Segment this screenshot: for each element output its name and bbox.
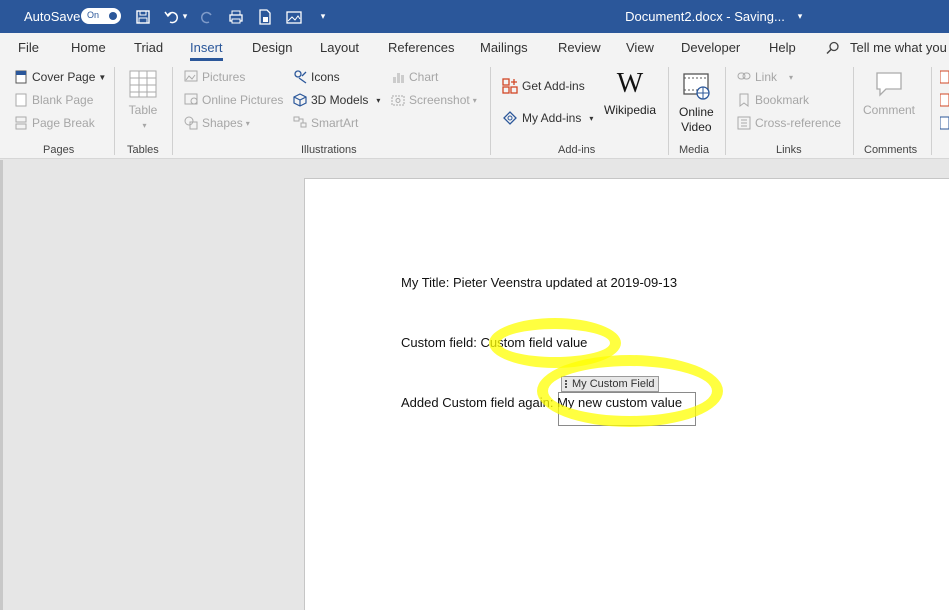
tell-me-label: Tell me what you [850, 40, 947, 55]
store-icon [502, 78, 518, 94]
tell-me-search[interactable]: Tell me what you [826, 40, 947, 55]
toggle-knob [109, 12, 117, 20]
save-icon[interactable] [133, 0, 153, 33]
pictures-button[interactable]: Pictures [184, 70, 245, 84]
picture-icon[interactable] [284, 0, 304, 33]
puzzle-icon [502, 110, 518, 126]
cross-reference-icon [737, 116, 751, 130]
screenshot-button[interactable]: Screenshot ▾ [391, 93, 477, 107]
separator [490, 67, 491, 155]
comment-button[interactable]: Comment [863, 69, 915, 118]
comment-icon [876, 72, 902, 97]
footer-icon[interactable] [940, 93, 949, 107]
tab-help[interactable]: Help [769, 40, 796, 55]
undo-dropdown-icon[interactable]: ▾ [180, 0, 190, 33]
tab-design[interactable]: Design [252, 40, 292, 55]
group-label-tables: Tables [127, 144, 159, 156]
shapes-button[interactable]: Shapes ▾ [184, 116, 250, 130]
ribbon: Cover Page ▼ Blank Page Page Break Pages … [0, 63, 949, 159]
get-add-ins-button[interactable]: Get Add-ins [502, 78, 585, 94]
group-label-comments: Comments [864, 144, 918, 156]
autosave-label: AutoSave [24, 9, 81, 24]
group-label-links: Links [776, 144, 802, 156]
title-dropdown-icon[interactable]: ▾ [790, 0, 810, 33]
autosave-toggle[interactable]: On [81, 8, 121, 24]
separator [668, 67, 669, 155]
pictures-icon [184, 70, 198, 84]
blank-page-button[interactable]: Blank Page [14, 93, 93, 107]
tab-mailings[interactable]: Mailings [480, 40, 528, 55]
icons-icon [293, 70, 307, 84]
tab-review[interactable]: Review [558, 40, 601, 55]
group-label-illustrations: Illustrations [301, 144, 357, 156]
page-number-icon[interactable] [940, 116, 949, 130]
page-break-icon [14, 116, 28, 130]
cover-page-button[interactable]: Cover Page ▼ [14, 70, 106, 84]
chart-icon [391, 70, 405, 84]
shapes-icon [184, 116, 198, 130]
video-icon [683, 73, 710, 100]
smartart-icon [293, 116, 307, 130]
group-label-pages: Pages [43, 144, 75, 156]
wikipedia-icon: W [616, 68, 644, 99]
undo-icon[interactable] [162, 0, 182, 33]
table-button[interactable]: Table ▾ [128, 69, 158, 133]
icons-button[interactable]: Icons [293, 70, 340, 84]
blank-page-icon [14, 93, 28, 107]
separator [931, 67, 932, 155]
tab-view[interactable]: View [626, 40, 654, 55]
tab-insert[interactable]: Insert [190, 40, 223, 61]
tab-developer[interactable]: Developer [681, 40, 740, 55]
group-label-media: Media [679, 144, 709, 156]
group-label-add-ins: Add-ins [558, 144, 596, 156]
3d-models-button[interactable]: 3D Models ▾ [293, 93, 380, 107]
my-add-ins-button[interactable]: My Add-ins ▾ [502, 110, 593, 126]
print-icon[interactable] [226, 0, 246, 33]
chart-button[interactable]: Chart [391, 70, 438, 84]
online-pictures-icon [184, 93, 198, 107]
toggle-label: On [87, 10, 100, 20]
tab-triad[interactable]: Triad [134, 40, 163, 55]
header-icon[interactable] [940, 70, 949, 84]
customize-toolbar-icon[interactable]: ▾ [313, 0, 333, 33]
bookmark-icon [737, 93, 751, 107]
link-button[interactable]: Link ▾ [737, 70, 793, 84]
smartart-button[interactable]: SmartArt [293, 116, 358, 130]
cover-page-icon [14, 70, 28, 84]
tab-file[interactable]: File [18, 40, 39, 55]
separator [853, 67, 854, 155]
document-page[interactable]: My Title: Pieter Veenstra updated at 201… [304, 178, 949, 610]
wikipedia-button[interactable]: W Wikipedia [604, 69, 656, 118]
tab-references[interactable]: References [388, 40, 454, 55]
document-icon[interactable] [255, 0, 275, 33]
table-icon [129, 70, 157, 98]
page-break-button[interactable]: Page Break [14, 116, 95, 130]
bookmark-button[interactable]: Bookmark [737, 93, 809, 107]
search-icon [826, 41, 839, 54]
doc-line-title[interactable]: My Title: Pieter Veenstra updated at 201… [401, 275, 677, 290]
tab-layout[interactable]: Layout [320, 40, 359, 55]
highlight-annotation [537, 355, 723, 427]
navigation-strip [0, 160, 3, 610]
title-bar: AutoSave On ▾ ▾ Document2.docx - Saving.… [0, 0, 949, 33]
separator [114, 67, 115, 155]
tab-home[interactable]: Home [71, 40, 106, 55]
cube-icon [293, 93, 307, 107]
link-icon [737, 70, 751, 84]
online-pictures-button[interactable]: Online Pictures [184, 93, 283, 107]
ribbon-tabs: File Home Triad Insert Design Layout Ref… [0, 33, 949, 63]
separator [172, 67, 173, 155]
online-video-button[interactable]: Online Video [679, 71, 714, 135]
cross-reference-button[interactable]: Cross-reference [737, 116, 841, 130]
screenshot-icon [391, 93, 405, 107]
separator [725, 67, 726, 155]
redo-icon[interactable] [197, 0, 217, 33]
